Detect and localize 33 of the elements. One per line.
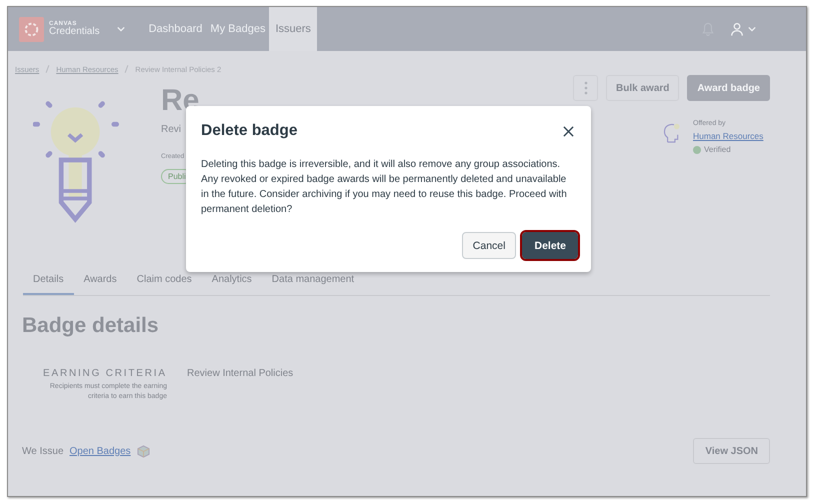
logo-text: Credentials (49, 27, 100, 37)
criteria-label: EARNING CRITERIA (43, 368, 167, 379)
chevron-down-icon[interactable] (116, 26, 125, 32)
action-button[interactable]: Bulk award (606, 75, 680, 101)
delete-button[interactable]: Delete (522, 232, 578, 259)
criteria-value: Review Internal Policies (187, 368, 294, 381)
issuer-link[interactable]: Human Resources (693, 130, 764, 143)
action-button[interactable]: Award badge (687, 75, 770, 101)
badge-subtitle: Revi (161, 124, 182, 135)
cube-icon (136, 444, 150, 458)
cancel-button[interactable]: Cancel (462, 232, 516, 259)
verified-icon (693, 146, 701, 154)
tab[interactable]: Analytics (202, 274, 262, 294)
tab[interactable]: Details (23, 274, 74, 295)
kebab-icon (584, 81, 588, 95)
dialog-message: Deleting this badge is irreversible, and it will also remove any group associations. Any revoked or expired badge awards will be permanently deleted and unavailable in the future. Consider archiving if you may need to reuse this badge. Proceed with permanent deletion? (201, 158, 568, 217)
nav-link[interactable]: My Badges (206, 7, 270, 51)
tab[interactable]: Awards (74, 274, 127, 294)
user-icon[interactable] (730, 22, 744, 36)
logo-icon[interactable] (19, 16, 44, 42)
more-options-button[interactable] (573, 75, 598, 101)
open-badges-link[interactable]: Open Badges (70, 446, 131, 456)
section-heading: Badge details (22, 314, 160, 338)
close-icon[interactable] (563, 126, 574, 136)
nav-link[interactable]: Issuers (269, 7, 317, 51)
tab[interactable]: Claim codes (126, 274, 202, 294)
view-json-button[interactable]: View JSON (693, 438, 770, 464)
chevron-down-icon[interactable] (748, 26, 756, 32)
verified-label: Verified (704, 144, 731, 156)
we-issue-label: We Issue (22, 446, 64, 456)
tab[interactable]: Data management (262, 274, 364, 294)
nav-link[interactable]: Dashboard (144, 7, 206, 51)
dialog-title: Delete badge (201, 122, 298, 140)
